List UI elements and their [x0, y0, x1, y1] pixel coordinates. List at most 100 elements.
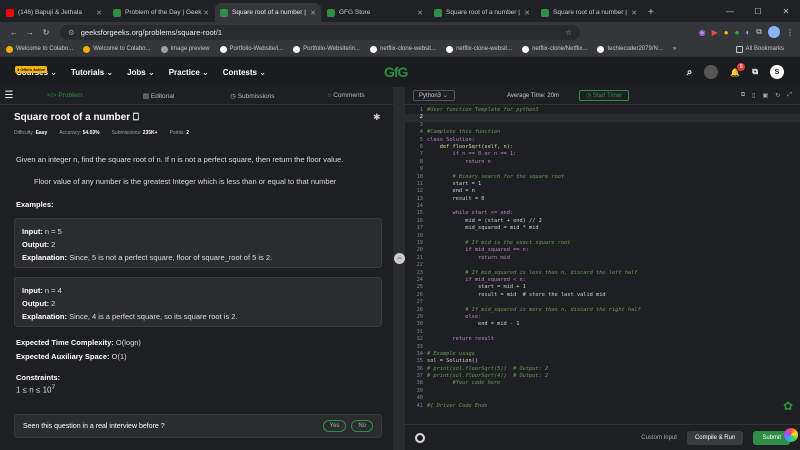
code-editor[interactable]: 1 #User function Template for python3 2 3 4 #… [405, 107, 800, 410]
code-line[interactable]: 24 if mid_squared < n: [405, 277, 800, 284]
code-line[interactable]: 18 [405, 233, 800, 240]
fullscreen-icon[interactable]: ⤢ [787, 92, 792, 99]
nav-tutorials[interactable]: Tutorials ⌄ [71, 68, 113, 77]
code-line[interactable]: 34 # Example usage [405, 351, 800, 358]
browser-tab-active[interactable]: Square root of a number | ✕ [215, 3, 321, 22]
bookmark-item[interactable]: techiecoder2079/N... [597, 45, 663, 53]
bookmark-item[interactable]: Welcome to Colabo... [6, 45, 73, 53]
extension-icon[interactable]: ◐ [745, 28, 750, 37]
pane-divider[interactable] [393, 87, 405, 450]
bookmark-item[interactable]: Image preview [160, 45, 210, 53]
code-line[interactable]: 35 sol = Solution() [405, 358, 800, 365]
url-bar[interactable]: ⚙ geeksforgeeks.org/problems/square-root… [60, 24, 580, 40]
code-line[interactable]: 10 # Binary search for the square root [405, 174, 800, 181]
extension-icon[interactable]: ◉ [699, 28, 706, 37]
reset-icon[interactable]: ↻ [775, 92, 780, 99]
browser-tab[interactable]: GFG Store ✕ [322, 3, 428, 22]
bookmark-item[interactable]: Portfolio-Website/in... [293, 45, 360, 53]
code-line[interactable]: 12 end = n [405, 188, 800, 195]
code-line[interactable]: 37 # print(sol.floorSqrt(4)) # Output: 2 [405, 373, 800, 380]
code-line[interactable]: 17 mid_squared = mid * mid [405, 225, 800, 232]
settings-icon[interactable] [415, 432, 425, 443]
code-line[interactable]: 11 start = 1 [405, 181, 800, 188]
notification-icon[interactable]: 🔔 5 [730, 62, 746, 77]
code-line[interactable]: 23 # If mid_squared is less than n, disc… [405, 270, 800, 277]
start-timer-button[interactable]: ◷ Start Timer [578, 90, 630, 101]
reload-icon[interactable]: ↻ [38, 28, 54, 37]
code-line[interactable]: 15 while start <= end: [405, 210, 800, 217]
code-line[interactable]: 39 [405, 388, 800, 395]
code-line[interactable]: 3 [405, 122, 800, 129]
code-line[interactable]: 9 [405, 166, 800, 173]
code-line[interactable]: 40 [405, 395, 800, 402]
search-icon[interactable]: ⌕ [687, 67, 693, 78]
bookmark-item[interactable]: netflix-clone-websit... [370, 45, 436, 53]
code-line[interactable]: 14 [405, 203, 800, 210]
bookmark-item[interactable]: Welcome to Colabo... [83, 45, 151, 53]
browser-tab[interactable]: Problem of the Day | Geek ✕ [108, 3, 214, 22]
code-line[interactable]: 31 [405, 329, 800, 336]
tab-problem[interactable]: </> Problem [18, 92, 112, 99]
code-line[interactable]: 26 result = mid # store the last valid m… [405, 292, 800, 299]
code-line[interactable]: 28 # If mid_squared is more than n, disc… [405, 307, 800, 314]
gfg-assistant-icon[interactable]: ✿ [783, 399, 793, 413]
code-line[interactable]: 13 result = 0 [405, 196, 800, 203]
extension-icon[interactable]: ● [735, 28, 740, 37]
tab-submissions[interactable]: ◷ Submissions [206, 92, 300, 100]
tab-comments[interactable]: ◌ Comments [299, 92, 393, 99]
minimize-icon[interactable]: — [716, 7, 744, 16]
code-line[interactable]: 41 #{ Driver Code Ends [405, 403, 800, 410]
forward-icon[interactable]: → [22, 28, 38, 37]
all-bookmarks[interactable]: All Bookmarks [735, 45, 784, 53]
bug-report-icon[interactable]: ✱ [373, 112, 381, 123]
tab-editorial[interactable]: ▤ Editorial [112, 92, 206, 100]
bookmark-icon[interactable]: ⎕ [133, 112, 139, 123]
bookmark-item[interactable]: netflix-clone/Netflix... [522, 45, 587, 53]
code-line[interactable]: 30 end = mid - 1 [405, 321, 800, 328]
nav-contests[interactable]: Contests ⌄ [223, 68, 266, 77]
file-icon[interactable]: ▯ [752, 92, 755, 99]
close-icon[interactable]: ✕ [203, 9, 209, 17]
code-line[interactable]: 7 if n == 0 or n == 1: [405, 151, 800, 158]
code-line[interactable]: 36 # print(sol.floorSqrt(5)) # Output: 2 [405, 366, 800, 373]
browser-tab[interactable]: Square root of a number | ✕ [536, 3, 642, 22]
code-line[interactable]: 4 #Complete this function [405, 129, 800, 136]
code-line[interactable]: 2 [405, 114, 800, 122]
code-line[interactable]: 6 def floorSqrt(self, n): [405, 144, 800, 151]
close-icon[interactable]: ✕ [96, 9, 102, 17]
close-icon[interactable]: ✕ [417, 9, 423, 17]
color-wheel-icon[interactable] [784, 428, 798, 442]
theme-toggle-icon[interactable] [704, 65, 719, 79]
extension-icon[interactable]: ▶ [712, 28, 718, 37]
close-icon[interactable]: ✕ [524, 9, 530, 17]
bookmark-star-icon[interactable]: ☆ [565, 28, 572, 37]
code-line[interactable]: 22 [405, 262, 800, 269]
code-line[interactable]: 16 mid = (start + end) // 2 [405, 218, 800, 225]
browser-tab[interactable]: Square root of a number | ✕ [429, 3, 535, 22]
user-avatar[interactable]: S [770, 65, 784, 79]
code-line[interactable]: 27 [405, 299, 800, 306]
code-line[interactable]: 21 return mid [405, 255, 800, 262]
site-info-icon[interactable]: ⚙ [68, 28, 75, 37]
extension-icon[interactable]: ● [724, 28, 729, 37]
close-window-icon[interactable]: ✕ [772, 7, 800, 16]
code-line[interactable]: 5 class Solution: [405, 137, 800, 144]
code-line[interactable]: 29 else: [405, 314, 800, 321]
code-line[interactable]: 19 # If mid is the exact square root [405, 240, 800, 247]
profile-avatar[interactable] [768, 26, 780, 38]
code-line[interactable]: 38 #Your code here [405, 380, 800, 387]
custom-input-button[interactable]: Custom Input [641, 435, 677, 441]
nav-practice[interactable]: Practice ⌄ [169, 68, 209, 77]
gfg-logo[interactable]: GfG [384, 64, 408, 80]
code-line[interactable]: 8 return n [405, 159, 800, 166]
code-line[interactable]: 1 #User function Template for python3 [405, 107, 800, 114]
back-icon[interactable]: ← [6, 28, 22, 37]
save-icon[interactable]: ▣ [762, 92, 768, 99]
hamburger-icon[interactable]: ☰ [0, 90, 18, 101]
code-line[interactable]: 20 if mid_squared == n: [405, 247, 800, 254]
offers-badge[interactable]: 3 Offers Active [15, 66, 48, 73]
nav-jobs[interactable]: Jobs ⌄ [127, 68, 155, 77]
puzzle-icon[interactable]: ⧉ [756, 27, 762, 37]
close-icon[interactable]: ✕ [310, 9, 316, 17]
more-bookmarks-icon[interactable]: » [673, 46, 676, 52]
